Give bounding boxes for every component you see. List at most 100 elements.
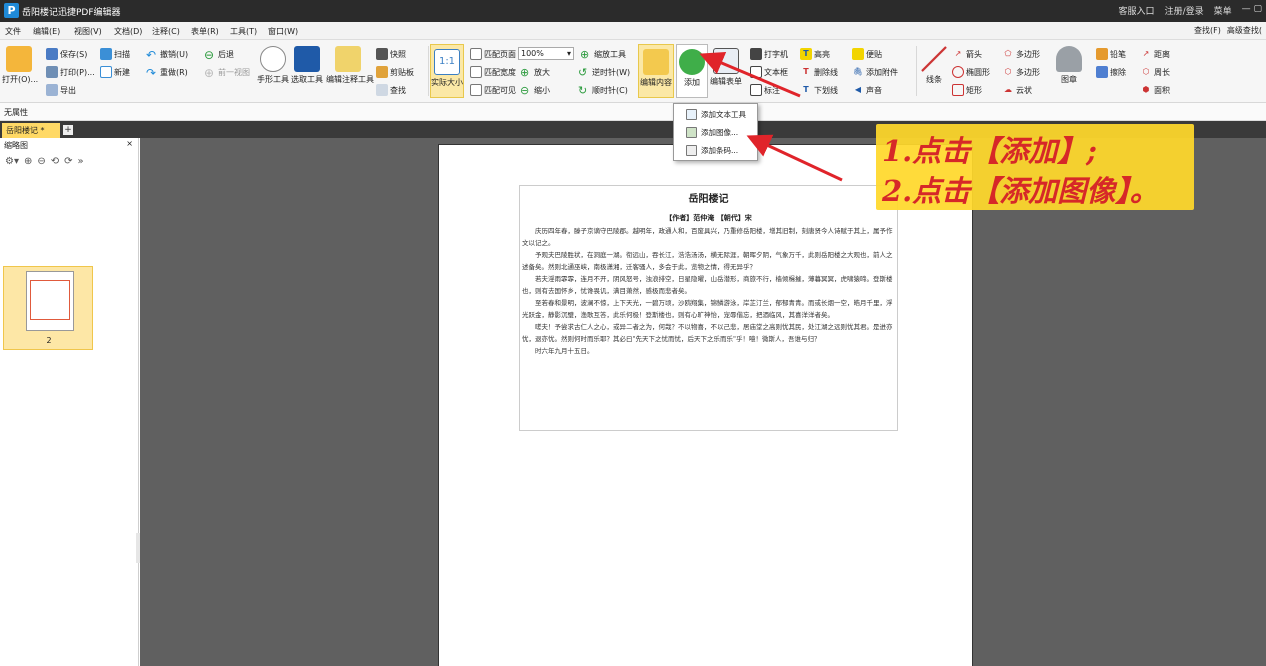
find-button[interactable]: 查找(F)	[1194, 25, 1221, 36]
rotate-right-thumb-icon[interactable]: ⟳	[64, 156, 72, 167]
zoom-in-button[interactable]: ⊕ 放大	[520, 66, 550, 79]
sticky-note-button[interactable]: 便贴	[852, 48, 882, 60]
arrow-button[interactable]: ↗ 箭头	[952, 48, 982, 60]
document-viewport[interactable]: 岳阳楼记 【作者】范仲淹 【朝代】宋 庆历四年春，滕子京谪守巴陵郡。越明年，政通…	[140, 138, 1266, 666]
options-gear-icon[interactable]: ⚙▾	[5, 156, 19, 167]
advanced-find-button[interactable]: 高级查找(	[1227, 25, 1262, 36]
edit-form-icon	[713, 48, 739, 74]
instruction-callout: 1.点击【添加】; 2.点击【添加图像】。	[876, 124, 1194, 210]
sound-button[interactable]: ◀ 声音	[852, 84, 882, 96]
save-button[interactable]: 保存(S)	[46, 48, 87, 60]
undo-button[interactable]: ↶ 撤销(U)	[146, 48, 188, 62]
sound-label: 声音	[866, 85, 882, 95]
print-button[interactable]: 打印(P)...	[46, 66, 95, 78]
attach-file-button[interactable]: 🖇 添加附件	[852, 66, 898, 78]
typewriter-button[interactable]: 打字机	[750, 48, 788, 60]
back-button[interactable]: ⊖ 后退	[204, 48, 234, 62]
stamp-button[interactable]: 图章	[1052, 46, 1086, 85]
prev-view-button[interactable]: ⊕ 前一视图	[204, 66, 250, 80]
fit-visible-button[interactable]: 匹配可见	[470, 84, 516, 96]
underline-icon: T	[803, 85, 809, 94]
redo-button[interactable]: ↷ 重做(R)	[146, 66, 188, 80]
scan-button[interactable]: 扫描	[100, 48, 130, 60]
rotate-left-thumb-icon[interactable]: ⟲	[51, 156, 59, 167]
pdf-page[interactable]: 岳阳楼记 【作者】范仲淹 【朝代】宋 庆历四年春，滕子京谪守巴陵郡。越明年，政通…	[438, 144, 973, 666]
scan-label: 扫描	[114, 49, 130, 59]
pencil-button[interactable]: 铅笔	[1096, 48, 1126, 60]
window-controls[interactable]: — ▢	[1242, 4, 1262, 17]
menu-window[interactable]: 窗口(W)	[268, 26, 298, 37]
zoom-select[interactable]: 100% ▾	[518, 47, 574, 60]
fit-page-button[interactable]: 匹配页面	[470, 48, 516, 60]
open-button[interactable]: 打开(O)...	[2, 46, 38, 85]
eraser-button[interactable]: 擦除	[1096, 66, 1126, 78]
more-options-icon[interactable]: »	[78, 156, 84, 167]
actual-size-button[interactable]: 1:1 实际大小	[430, 44, 464, 98]
fit-visible-label: 匹配可见	[484, 85, 516, 95]
edit-form-button[interactable]: 编辑表单	[708, 44, 744, 87]
eraser-icon	[1096, 66, 1108, 78]
cloud-button[interactable]: ☁ 云状	[1002, 84, 1032, 96]
distance-button[interactable]: ↗ 距离	[1140, 48, 1170, 60]
clipboard-icon	[376, 66, 388, 78]
rectangle-button[interactable]: 矩形	[952, 84, 982, 96]
add-image-icon	[686, 127, 697, 138]
zoom-out-icon: ⊖	[520, 84, 530, 97]
menu-tools[interactable]: 工具(T)	[230, 26, 257, 37]
zoom-tool-button[interactable]: ⊕ 缩放工具	[580, 48, 626, 61]
thumbnail-panel: 缩略图 × ⚙▾ ⊕ ⊖ ⟲ ⟳ » 2	[0, 138, 141, 666]
add-text-tool-item[interactable]: 添加文本工具	[686, 109, 746, 120]
typewriter-label: 打字机	[764, 49, 788, 59]
strikeout-button[interactable]: T 删除线	[800, 66, 838, 78]
polyline-button[interactable]: ⬡ 多边形	[1002, 66, 1041, 78]
cloud-icon: ☁	[1004, 85, 1012, 94]
add-image-item[interactable]: 添加图像...	[686, 127, 738, 138]
menu-file[interactable]: 文件	[5, 26, 21, 37]
page-thumbnail[interactable]: 2	[3, 266, 93, 350]
new-tab-button[interactable]: +	[63, 125, 73, 135]
highlight-button[interactable]: T 高亮	[800, 48, 830, 60]
hand-tool-label: 手形工具	[257, 75, 289, 84]
underline-button[interactable]: T 下划线	[800, 84, 838, 96]
print-icon	[46, 66, 58, 78]
ellipse-button[interactable]: 椭圆形	[952, 66, 990, 78]
new-button[interactable]: 新建	[100, 66, 130, 78]
area-button[interactable]: ⬢ 面积	[1140, 84, 1171, 96]
select-tool-button[interactable]: 选取工具	[290, 46, 324, 85]
menu-bar: 文件 编辑(E) 视图(V) 文档(D) 注释(C) 表单(R) 工具(T) 窗…	[0, 22, 1266, 40]
add-barcode-item[interactable]: 添加条码...	[686, 145, 738, 156]
text-box-button[interactable]: 文本框	[750, 66, 788, 78]
menu-edit[interactable]: 编辑(E)	[33, 26, 60, 37]
export-button[interactable]: 导出	[46, 84, 76, 96]
menu-document[interactable]: 文档(D)	[114, 26, 142, 37]
zoom-out-thumb-icon[interactable]: ⊖	[37, 156, 45, 167]
callout-button[interactable]: 标注	[750, 84, 780, 96]
menu-view[interactable]: 视图(V)	[74, 26, 102, 37]
rotate-ccw-button[interactable]: ↺ 逆时针(W)	[578, 66, 630, 79]
customer-service-link[interactable]: 客服入口	[1119, 4, 1155, 17]
rotate-cw-button[interactable]: ↻ 顺时针(C)	[578, 84, 628, 97]
edit-content-button[interactable]: 编辑内容	[638, 44, 674, 98]
edit-annot-tool-button[interactable]: 编辑注释工具	[326, 46, 374, 85]
rotate-ccw-icon: ↺	[578, 66, 588, 79]
zoom-in-thumb-icon[interactable]: ⊕	[24, 156, 32, 167]
login-link[interactable]: 注册/登录	[1165, 4, 1204, 17]
line-button[interactable]: 线条	[920, 46, 948, 85]
polygon-button[interactable]: ⬠ 多边形	[1002, 48, 1040, 60]
document-tab[interactable]: 岳阳楼记 * ×	[2, 123, 60, 145]
menu-comment[interactable]: 注释(C)	[152, 26, 180, 37]
add-button[interactable]: 添加	[676, 44, 708, 98]
hand-tool-button[interactable]: 手形工具	[256, 46, 290, 85]
poem-text-block[interactable]: 岳阳楼记 【作者】范仲淹 【朝代】宋 庆历四年春，滕子京谪守巴陵郡。越明年，政通…	[519, 185, 898, 431]
snapshot-button[interactable]: 快照	[376, 48, 406, 60]
perimeter-button[interactable]: ⬡ 周长	[1140, 66, 1171, 78]
panel-close-icon[interactable]: ×	[126, 139, 133, 148]
find-tool-button[interactable]: 查找	[376, 84, 406, 96]
polyline-label: 多边形	[1016, 67, 1040, 77]
main-menu-button[interactable]: 菜单	[1214, 4, 1232, 17]
zoom-out-button[interactable]: ⊖ 缩小	[520, 84, 550, 97]
fit-width-button[interactable]: 匹配宽度	[470, 66, 516, 78]
zoom-in-label: 放大	[534, 67, 550, 77]
menu-form[interactable]: 表单(R)	[191, 26, 219, 37]
clipboard-button[interactable]: 剪贴板	[376, 66, 414, 78]
